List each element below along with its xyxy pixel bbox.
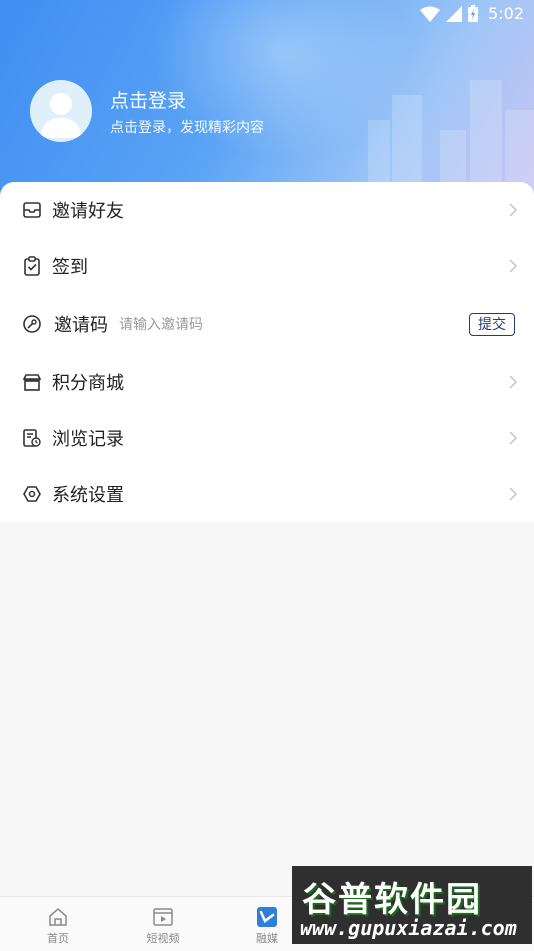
watermark-title: 谷普软件园 — [302, 880, 482, 920]
menu-item-label: 系统设置 — [52, 485, 124, 506]
menu-item-points-mall[interactable]: 积分商城 — [0, 354, 534, 410]
signal-icon — [446, 5, 463, 22]
tab-label: 短视频 — [146, 932, 180, 945]
menu-item-history[interactable]: 浏览记录 — [0, 410, 534, 466]
menu-item-label: 积分商城 — [52, 373, 124, 394]
status-bar: 5:02 — [0, 0, 534, 28]
store-icon — [22, 374, 42, 391]
menu-item-invite-code: 邀请码 请输入邀请码 提交 — [0, 296, 534, 352]
watermark-url: www.gupuxiazai.com — [300, 916, 517, 940]
submit-button[interactable]: 提交 — [469, 312, 515, 336]
watermark: 谷普软件园 www.gupuxiazai.com — [292, 866, 532, 944]
clock: 5:02 — [488, 4, 524, 23]
invite-code-label: 邀请码 — [54, 315, 108, 336]
chevron-right-icon — [509, 203, 518, 217]
tab-home[interactable]: 首页 — [18, 897, 98, 951]
menu-item-label: 签到 — [52, 257, 88, 278]
video-icon — [153, 908, 173, 926]
home-icon — [49, 908, 67, 926]
menu-item-sign-in[interactable]: 签到 — [0, 238, 534, 294]
media-icon — [257, 907, 277, 927]
menu-item-label: 邀请好友 — [52, 201, 124, 222]
battery-icon — [468, 5, 479, 22]
tab-label: 首页 — [47, 932, 69, 945]
tab-short-video[interactable]: 短视频 — [123, 897, 203, 951]
login-title[interactable]: 点击登录 — [110, 86, 186, 113]
history-icon — [23, 429, 41, 447]
menu-card: 邀请好友 签到 邀请码 请输入邀请码 提交 积分商城 浏览记录 系统设置 — [0, 182, 534, 522]
menu-item-settings[interactable]: 系统设置 — [0, 466, 534, 522]
menu-item-invite-friends[interactable]: 邀请好友 — [0, 182, 534, 238]
login-subtitle: 点击登录，发现精彩内容 — [110, 120, 264, 136]
chevron-right-icon — [509, 259, 518, 273]
settings-icon — [23, 486, 41, 502]
menu-item-label: 浏览记录 — [52, 429, 124, 450]
key-icon — [23, 315, 41, 333]
clipboard-check-icon — [24, 256, 40, 276]
chevron-right-icon — [509, 487, 518, 501]
user-icon — [40, 93, 82, 138]
inbox-icon — [23, 202, 41, 218]
wifi-icon — [420, 6, 441, 22]
chevron-right-icon — [509, 375, 518, 389]
chevron-right-icon — [509, 431, 518, 445]
invite-code-input[interactable]: 请输入邀请码 — [119, 314, 203, 334]
avatar[interactable] — [30, 80, 92, 142]
